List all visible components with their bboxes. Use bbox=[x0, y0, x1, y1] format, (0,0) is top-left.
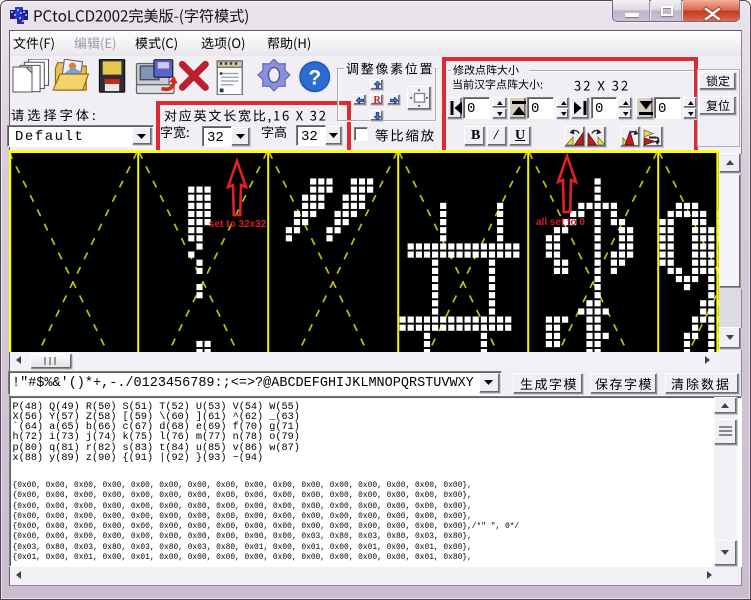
svg-text:?: ? bbox=[308, 66, 321, 89]
